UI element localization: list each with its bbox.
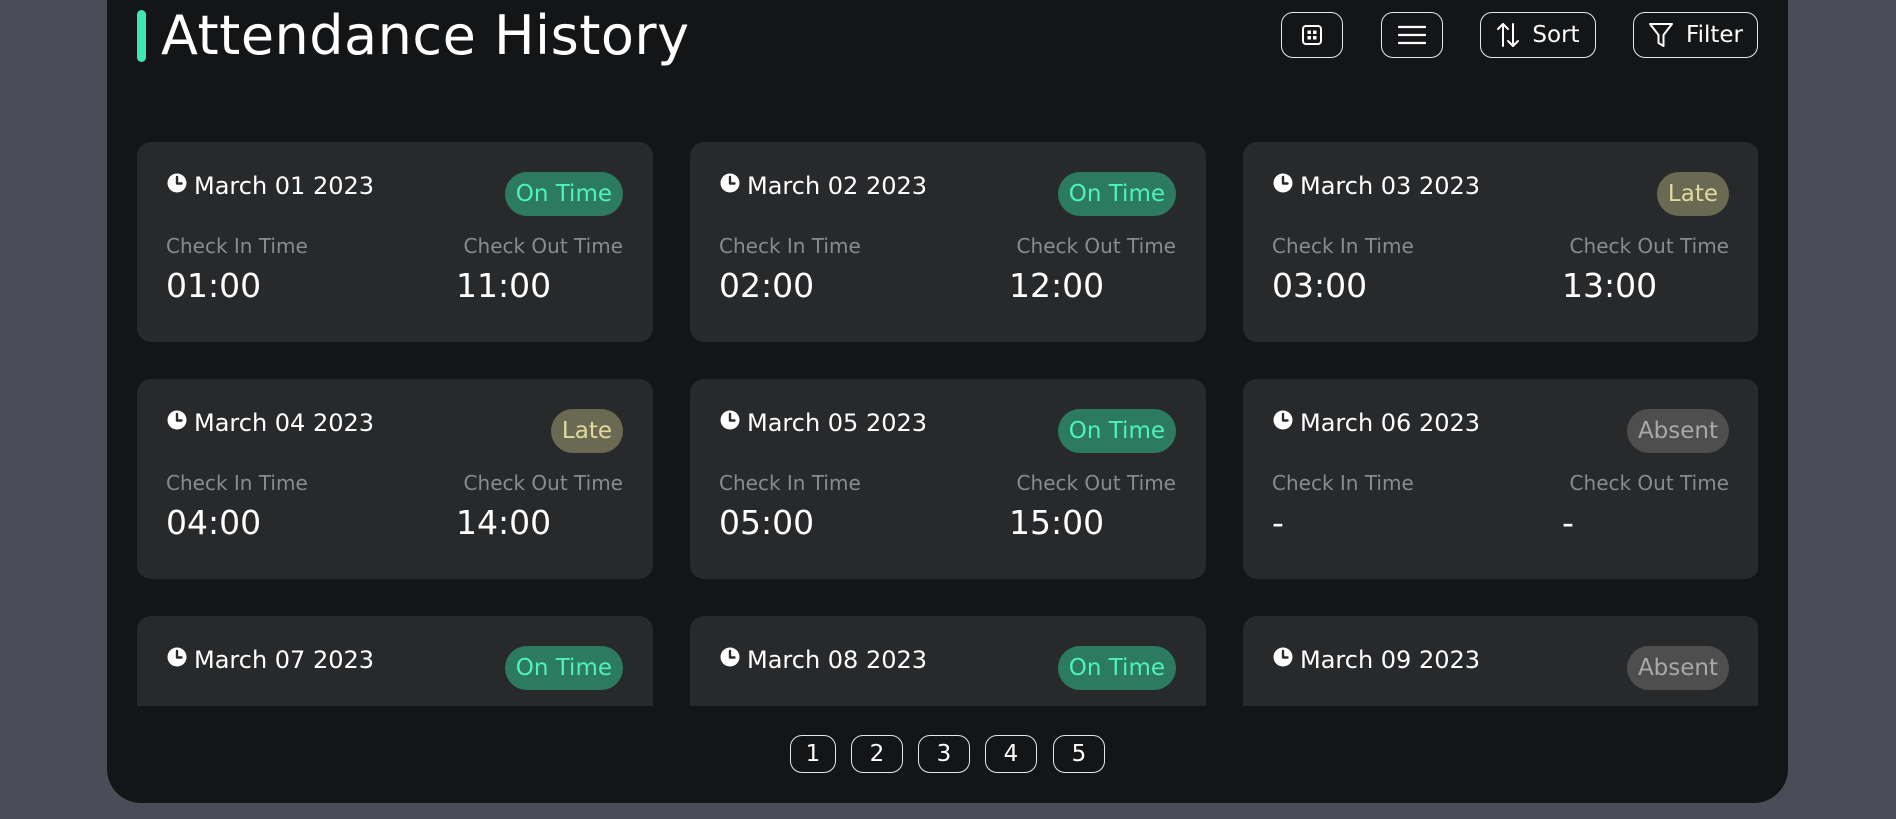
card-date: March 09 2023 (1272, 646, 1480, 674)
filter-button[interactable]: Filter (1633, 12, 1758, 58)
status-badge: On Time (504, 172, 623, 216)
status-badge: On Time (504, 646, 623, 690)
attendance-grid: March 01 2023 On Time Check In Time Check O… (137, 142, 1758, 706)
check-out-label: Check Out Time (463, 471, 623, 495)
check-out-value: 15:00 (1009, 503, 1105, 542)
clock-icon (1272, 646, 1294, 674)
attendance-card[interactable]: March 01 2023 On Time Check In Time Check O… (137, 142, 653, 342)
check-out-value: 14:00 (456, 503, 552, 542)
card-date: March 02 2023 (719, 172, 927, 200)
card-date-text: March 03 2023 (1300, 172, 1481, 200)
card-date: March 03 2023 (1272, 172, 1480, 200)
attendance-card[interactable]: March 05 2023 On Time Check In Time Check O… (690, 379, 1206, 579)
attendance-card[interactable]: March 06 2023 Absent Check In Time Check Ou… (1243, 379, 1758, 579)
sort-button[interactable]: Sort (1480, 12, 1596, 58)
attendance-card[interactable]: March 03 2023 Late Check In Time Check Out … (1243, 142, 1758, 342)
page-button-5[interactable]: 5 (1053, 735, 1105, 773)
card-date-text: March 02 2023 (747, 172, 928, 200)
card-date: March 08 2023 (719, 646, 927, 674)
status-badge: Absent (1626, 409, 1729, 453)
clock-icon (719, 646, 741, 674)
funnel-icon (1648, 21, 1674, 49)
clock-icon (719, 409, 741, 437)
status-badge: Absent (1626, 646, 1729, 690)
page-title: Attendance History (161, 4, 690, 67)
check-out-label: Check Out Time (463, 234, 623, 258)
attendance-card[interactable]: March 08 2023On TimeCheck In TimeCheck O… (690, 616, 1206, 706)
attendance-card[interactable]: March 07 2023On TimeCheck In TimeCheck O… (137, 616, 653, 706)
check-out-label: Check Out Time (1569, 234, 1729, 258)
card-date-text: March 09 2023 (1300, 646, 1481, 674)
check-in-label: Check In Time (166, 234, 308, 258)
clock-icon (1272, 172, 1294, 200)
page-header: Attendance History Sort Filter (137, 4, 1758, 67)
card-date: March 07 2023 (166, 646, 374, 674)
clock-icon (166, 409, 188, 437)
check-out-value: 12:00 (1009, 266, 1105, 305)
clock-icon (166, 172, 188, 200)
check-in-value: 01:00 (166, 266, 262, 305)
card-date: March 06 2023 (1272, 409, 1480, 437)
menu-lines-icon (1398, 24, 1426, 46)
check-in-label: Check In Time (1272, 471, 1414, 495)
check-out-value: 11:00 (456, 266, 552, 305)
check-in-label: Check In Time (1272, 234, 1414, 258)
check-in-value: - (1272, 503, 1284, 542)
page-button-3[interactable]: 3 (918, 735, 970, 773)
status-badge: Late (550, 409, 623, 453)
check-out-value: - (1562, 503, 1574, 542)
list-view-button[interactable] (1381, 12, 1443, 58)
check-in-value: 05:00 (719, 503, 815, 542)
check-in-value: 04:00 (166, 503, 262, 542)
status-badge: Late (1656, 172, 1729, 216)
clock-icon (166, 646, 188, 674)
check-out-label: Check Out Time (1569, 471, 1729, 495)
page-button-4[interactable]: 4 (985, 735, 1037, 773)
card-date-text: March 04 2023 (194, 409, 375, 437)
check-in-label: Check In Time (166, 471, 308, 495)
card-date-text: March 08 2023 (747, 646, 928, 674)
attendance-card[interactable]: March 09 2023AbsentCheck In TimeCheck Ou… (1243, 616, 1758, 706)
card-date-text: March 05 2023 (747, 409, 928, 437)
grid-view-button[interactable] (1281, 12, 1343, 58)
status-badge: On Time (1057, 646, 1176, 690)
card-date: March 01 2023 (166, 172, 374, 200)
clock-icon (1272, 409, 1294, 437)
check-out-label: Check Out Time (1016, 234, 1176, 258)
sort-arrows-icon (1496, 21, 1520, 49)
card-date-text: March 06 2023 (1300, 409, 1481, 437)
card-date: March 04 2023 (166, 409, 374, 437)
filter-label: Filter (1686, 22, 1743, 48)
sort-label: Sort (1532, 22, 1580, 48)
check-in-label: Check In Time (719, 234, 861, 258)
card-date-text: March 07 2023 (194, 646, 375, 674)
card-date-text: March 01 2023 (194, 172, 375, 200)
page-button-1[interactable]: 1 (790, 735, 836, 773)
status-badge: On Time (1057, 172, 1176, 216)
attendance-card[interactable]: March 04 2023 Late Check In Time Check Out … (137, 379, 653, 579)
check-in-value: 03:00 (1272, 266, 1368, 305)
clock-icon (719, 172, 741, 200)
title-accent-bar (137, 10, 146, 62)
grid-view-icon (1300, 23, 1324, 47)
status-badge: On Time (1057, 409, 1176, 453)
check-out-label: Check Out Time (1016, 471, 1176, 495)
page-button-2[interactable]: 2 (851, 735, 903, 773)
pagination: 12345 (0, 735, 1896, 773)
attendance-card[interactable]: March 02 2023 On Time Check In Time Check O… (690, 142, 1206, 342)
check-in-label: Check In Time (719, 471, 861, 495)
check-out-value: 13:00 (1562, 266, 1658, 305)
card-date: March 05 2023 (719, 409, 927, 437)
check-in-value: 02:00 (719, 266, 815, 305)
